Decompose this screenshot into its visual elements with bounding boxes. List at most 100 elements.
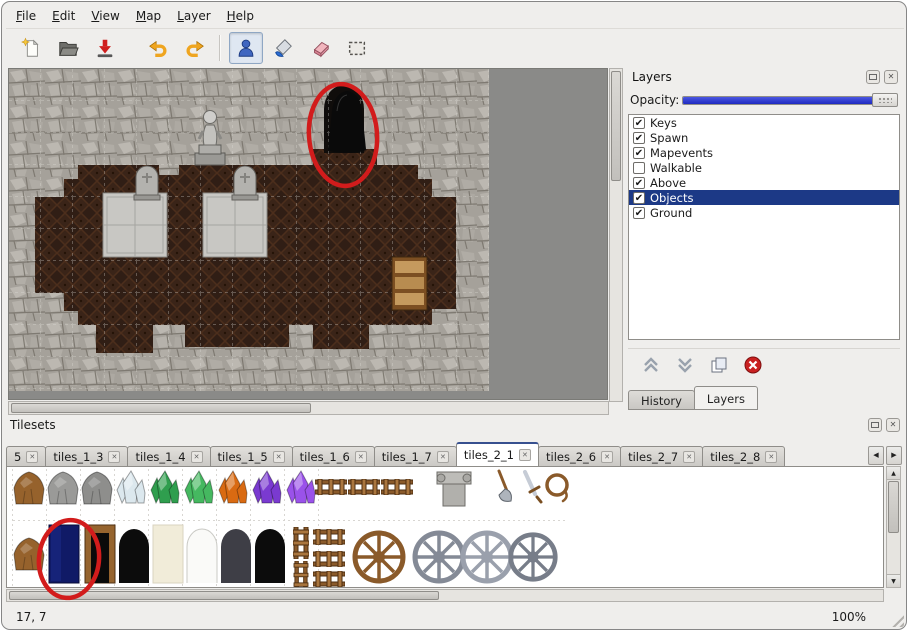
tileset-tab-tiles_1_4[interactable]: tiles_1_4✕ (127, 446, 210, 467)
undo-button[interactable] (141, 32, 175, 64)
float-icon[interactable] (868, 418, 882, 432)
tileset-tab-tiles_2_6[interactable]: tiles_2_6✕ (538, 446, 621, 467)
tab-close-icon[interactable]: ✕ (601, 451, 613, 463)
scroll-up-icon[interactable]: ▲ (887, 467, 900, 480)
tab-close-icon[interactable]: ✕ (191, 451, 203, 463)
tileset-tab-label: tiles_2_8 (710, 450, 760, 464)
tileset-tab-tiles_1_7[interactable]: tiles_1_7 ✕ (374, 446, 457, 467)
zoom-level: 100% (832, 610, 866, 624)
opacity-slider[interactable] (682, 93, 898, 107)
scrollbar-thumb[interactable] (11, 403, 311, 413)
map-viewport (8, 68, 608, 400)
opacity-slider-fill (683, 97, 897, 104)
tileset-tab-label: tiles_2_1 (464, 448, 514, 462)
layer-name: Walkable (650, 161, 702, 175)
fill-tool-button[interactable] (266, 32, 300, 64)
toolbar (6, 28, 904, 66)
tileset-tab-tiles_2_7[interactable]: tiles_2_7 ✕ (620, 446, 703, 467)
fill-tool-icon (272, 37, 294, 59)
eraser-tool-button[interactable] (303, 32, 337, 64)
tileset-tab-5[interactable]: 5✕ (6, 446, 46, 467)
layer-row-mapevents[interactable]: ✔ Mapevents (629, 145, 899, 160)
resize-grip[interactable] (889, 612, 904, 627)
selected-tile[interactable] (49, 525, 79, 583)
tileset-tab-label: tiles_2_7 (628, 450, 678, 464)
tileset-canvas[interactable] (7, 467, 883, 588)
delete-layer-button[interactable] (742, 354, 764, 376)
menu-view[interactable]: View (83, 6, 127, 26)
redo-icon (184, 37, 206, 59)
close-icon[interactable]: ✕ (884, 70, 898, 84)
scrollbar-thumb[interactable] (611, 71, 621, 181)
tab-close-icon[interactable]: ✕ (355, 451, 367, 463)
layer-row-spawn[interactable]: ✔Spawn (629, 130, 899, 145)
layer-visibility-checkbox[interactable]: ✔ (633, 207, 645, 219)
layer-row-keys[interactable]: ✔Keys (629, 115, 899, 130)
layer-visibility-checkbox[interactable]: ✔ (633, 147, 645, 159)
scrollbar-thumb[interactable] (9, 591, 439, 600)
close-icon[interactable]: ✕ (886, 418, 900, 432)
layer-row-ground[interactable]: ✔ Ground (629, 205, 899, 220)
duplicate-icon (709, 355, 729, 375)
map-vertical-scrollbar[interactable] (609, 68, 623, 402)
tab-scroll-right-icon[interactable]: ▶ (886, 446, 902, 465)
layers-list[interactable]: ✔Keys✔Spawn✔MapeventsWalkable✔Above✔Obje… (628, 114, 900, 340)
layer-name: Ground (650, 206, 692, 220)
move-layer-down-button[interactable] (674, 354, 696, 376)
menu-map[interactable]: Map (128, 6, 169, 26)
tileset-tab-tiles_1_3[interactable]: tiles_1_3✕ (45, 446, 128, 467)
tab-close-icon[interactable]: ✕ (683, 451, 695, 463)
stamp-tool-button[interactable] (229, 32, 263, 64)
panel-tab-layers[interactable]: Layers (694, 386, 758, 410)
menu-edit[interactable]: Edit (44, 6, 83, 26)
menu-file[interactable]: File (8, 6, 44, 26)
tab-close-icon[interactable]: ✕ (273, 451, 285, 463)
map-canvas[interactable] (9, 69, 489, 391)
toolbar-separator (219, 35, 221, 61)
layer-visibility-checkbox[interactable]: ✔ (633, 117, 645, 129)
opacity-slider-track[interactable] (682, 96, 898, 105)
tab-close-icon[interactable]: ✕ (26, 451, 38, 463)
open-button[interactable] (51, 32, 85, 64)
status-bar: 17, 7 100% (2, 602, 907, 630)
move-layer-up-button[interactable] (640, 354, 662, 376)
new-button[interactable] (14, 32, 48, 64)
layer-name: Mapevents (650, 146, 713, 160)
layer-visibility-checkbox[interactable]: ✔ (633, 177, 645, 189)
layer-row-walkable[interactable]: Walkable (629, 160, 899, 175)
tilesets-panel: Tilesets ✕ 5✕tiles_1_3✕tiles_1_4✕tiles_1… (2, 416, 907, 602)
scrollbar-thumb[interactable] (888, 481, 899, 533)
tileset-tab-tiles_2_1[interactable]: tiles_2_1 ✕ (456, 442, 539, 467)
tab-close-icon[interactable]: ✕ (437, 451, 449, 463)
select-tool-button[interactable] (340, 32, 374, 64)
menu-layer[interactable]: Layer (169, 6, 218, 26)
panel-tab-history[interactable]: History (628, 390, 695, 410)
layer-row-above[interactable]: ✔Above (629, 175, 899, 190)
menu-help[interactable]: Help (219, 6, 262, 26)
tileset-tab-label: tiles_1_7 (382, 450, 432, 464)
tileset-tab-label: 5 (14, 450, 21, 464)
layer-visibility-checkbox[interactable] (633, 162, 645, 174)
tileset-horizontal-scrollbar[interactable] (6, 589, 884, 602)
open-folder-icon (57, 37, 79, 59)
tileset-tab-tiles_1_6[interactable]: tiles_1_6✕ (292, 446, 375, 467)
opacity-slider-handle[interactable] (872, 93, 898, 107)
tab-close-icon[interactable]: ✕ (519, 449, 531, 461)
tileset-vertical-scrollbar[interactable]: ▲ ▼ (886, 466, 901, 588)
tab-close-icon[interactable]: ✕ (765, 451, 777, 463)
duplicate-layer-button[interactable] (708, 354, 730, 376)
scroll-down-icon[interactable]: ▼ (887, 574, 900, 587)
map-horizontal-scrollbar[interactable] (8, 401, 609, 415)
editor-window: FileEditViewMapLayerHelp (1, 1, 907, 630)
float-icon[interactable] (866, 70, 880, 84)
tileset-tab-tiles_2_8[interactable]: tiles_2_8 ✕ (702, 446, 785, 467)
layer-visibility-checkbox[interactable]: ✔ (633, 132, 645, 144)
tab-scroll-left-icon[interactable]: ◀ (868, 446, 884, 465)
save-button[interactable] (88, 32, 122, 64)
layer-visibility-checkbox[interactable]: ✔ (633, 192, 645, 204)
redo-button[interactable] (178, 32, 212, 64)
tileset-tab-tiles_1_5[interactable]: tiles_1_5✕ (210, 446, 293, 467)
layer-row-objects[interactable]: ✔Objects (629, 190, 899, 205)
tab-close-icon[interactable]: ✕ (108, 451, 120, 463)
new-file-icon (20, 37, 42, 59)
